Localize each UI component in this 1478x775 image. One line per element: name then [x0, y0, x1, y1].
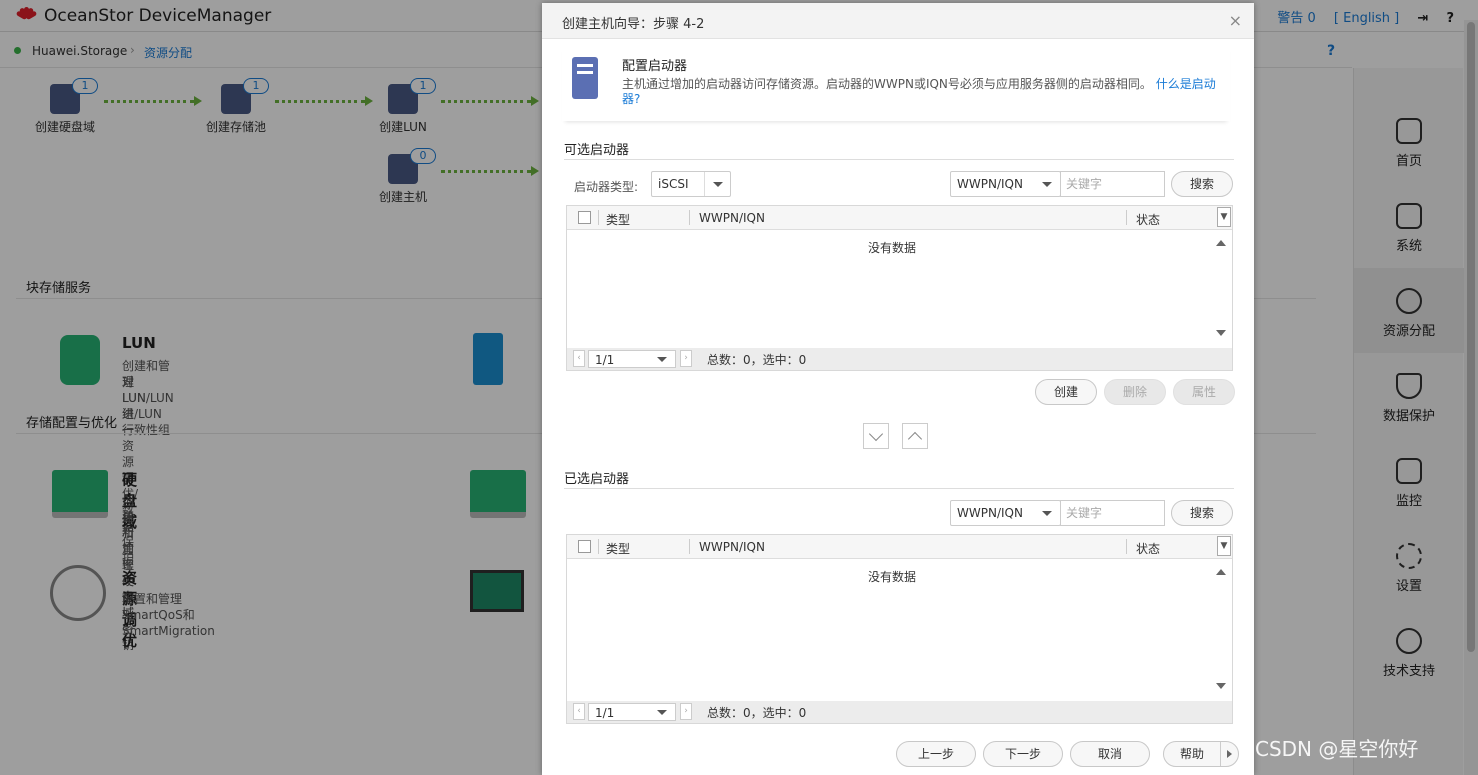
previous-page-icon[interactable]: ‹: [573, 703, 585, 720]
help-button-label: 帮助: [1180, 747, 1205, 761]
selected-filter-select[interactable]: WWPN/IQN: [950, 500, 1061, 526]
select-all-checkbox[interactable]: [578, 211, 591, 224]
selected-initiators-table: 类型 WWPN/IQN 状态 ▼ 没有数据 ‹ 1/1 › 总数：0，选中：0: [566, 534, 1233, 724]
chevron-down-icon: [1034, 501, 1060, 525]
chevron-down-icon: [704, 172, 730, 196]
empty-message: 没有数据: [867, 570, 916, 584]
divider: [564, 159, 1234, 160]
help-button[interactable]: 帮助: [1163, 741, 1239, 767]
available-initiators-title: 可选启动器: [564, 143, 630, 158]
table-header: 类型 WWPN/IQN 状态 ▼: [567, 535, 1232, 559]
filter-value: WWPN/IQN: [957, 177, 1023, 191]
cancel-button[interactable]: 取消: [1070, 741, 1150, 767]
column-separator: [689, 539, 690, 554]
scroll-down-icon[interactable]: [1216, 330, 1226, 336]
move-down-icon[interactable]: [863, 423, 889, 449]
column-separator: [598, 210, 599, 225]
create-initiator-button[interactable]: 创建: [1035, 379, 1097, 405]
available-filter-select[interactable]: WWPN/IQN: [950, 171, 1061, 197]
total-count: 总数：0，选中：0: [707, 353, 807, 367]
page-value: 1/1: [595, 353, 615, 367]
page-select[interactable]: 1/1: [588, 350, 676, 368]
keyword-field[interactable]: [1061, 172, 1164, 196]
previous-step-button[interactable]: 上一步: [896, 741, 976, 767]
column-header-status[interactable]: 状态: [1136, 540, 1160, 557]
selected-search-button[interactable]: 搜索: [1171, 500, 1233, 526]
watermark: CSDN @星空你好: [1255, 737, 1419, 761]
keyword-field[interactable]: [1061, 501, 1164, 525]
table-header: 类型 WWPN/IQN 状态 ▼: [567, 206, 1232, 230]
total-count: 总数：0，选中：0: [707, 706, 807, 720]
scroll-down-icon[interactable]: [1216, 683, 1226, 689]
table-pagination: ‹ 1/1 › 总数：0，选中：0: [567, 701, 1232, 723]
next-step-button[interactable]: 下一步: [983, 741, 1063, 767]
scroll-up-icon[interactable]: [1216, 569, 1226, 575]
initiator-properties-button[interactable]: 属性: [1173, 379, 1235, 405]
column-menu-icon[interactable]: ▼: [1217, 207, 1231, 227]
chevron-down-icon: [1034, 172, 1060, 196]
available-keyword-input[interactable]: [1060, 171, 1165, 197]
page-value: 1/1: [595, 706, 615, 720]
chevron-down-icon: [657, 357, 667, 362]
step-title: 配置启动器: [622, 59, 688, 74]
select-all-checkbox[interactable]: [578, 540, 591, 553]
column-separator: [598, 539, 599, 554]
initiator-type-value: iSCSI: [658, 177, 689, 191]
next-page-icon[interactable]: ›: [680, 350, 692, 367]
page-select[interactable]: 1/1: [588, 703, 676, 721]
empty-message: 没有数据: [867, 241, 916, 255]
column-menu-icon[interactable]: ▼: [1217, 536, 1231, 556]
next-page-icon[interactable]: ›: [680, 703, 692, 720]
table-pagination: ‹ 1/1 › 总数：0，选中：0: [567, 348, 1232, 370]
step-description: 主机通过增加的启动器访问存储资源。启动器的WWPN或IQN号必须与应用服务器侧的…: [622, 77, 1222, 107]
dialog-header: 创建主机向导：步骤 4-2 ×: [542, 3, 1254, 39]
filter-value: WWPN/IQN: [957, 506, 1023, 520]
scroll-up-icon[interactable]: [1216, 240, 1226, 246]
selected-keyword-input[interactable]: [1060, 500, 1165, 526]
move-up-icon[interactable]: [902, 423, 928, 449]
column-header-status[interactable]: 状态: [1136, 211, 1160, 228]
column-separator: [1126, 210, 1127, 225]
dialog-title: 创建主机向导：步骤 4-2: [562, 17, 705, 32]
create-host-wizard-dialog: 创建主机向导：步骤 4-2 × 配置启动器 主机通过增加的启动器访问存储资源。启…: [542, 3, 1254, 775]
column-separator: [1126, 539, 1127, 554]
available-search-button[interactable]: 搜索: [1171, 171, 1233, 197]
step-intro: 配置启动器 主机通过增加的启动器访问存储资源。启动器的WWPN或IQN号必须与应…: [562, 45, 1230, 121]
available-initiators-table: 类型 WWPN/IQN 状态 ▼ 没有数据 ‹ 1/1 › 总数：0，选中：0: [566, 205, 1233, 371]
selected-initiators-title: 已选启动器: [564, 472, 630, 487]
chevron-right-icon: [1220, 742, 1238, 766]
column-header-type[interactable]: 类型: [606, 211, 630, 228]
close-icon[interactable]: ×: [1229, 11, 1242, 30]
column-header-type[interactable]: 类型: [606, 540, 630, 557]
chevron-down-icon: [657, 710, 667, 715]
initiator-type-label: 启动器类型:: [574, 180, 639, 194]
column-header-wwpn[interactable]: WWPN/IQN: [699, 540, 765, 554]
previous-page-icon[interactable]: ‹: [573, 350, 585, 367]
column-separator: [689, 210, 690, 225]
initiator-type-select[interactable]: iSCSI: [651, 171, 731, 197]
server-icon: [572, 57, 598, 99]
divider: [564, 488, 1234, 489]
step-description-text: 主机通过增加的启动器访问存储资源。启动器的WWPN或IQN号必须与应用服务器侧的…: [622, 77, 1152, 91]
column-header-wwpn[interactable]: WWPN/IQN: [699, 211, 765, 225]
delete-initiator-button[interactable]: 删除: [1104, 379, 1166, 405]
